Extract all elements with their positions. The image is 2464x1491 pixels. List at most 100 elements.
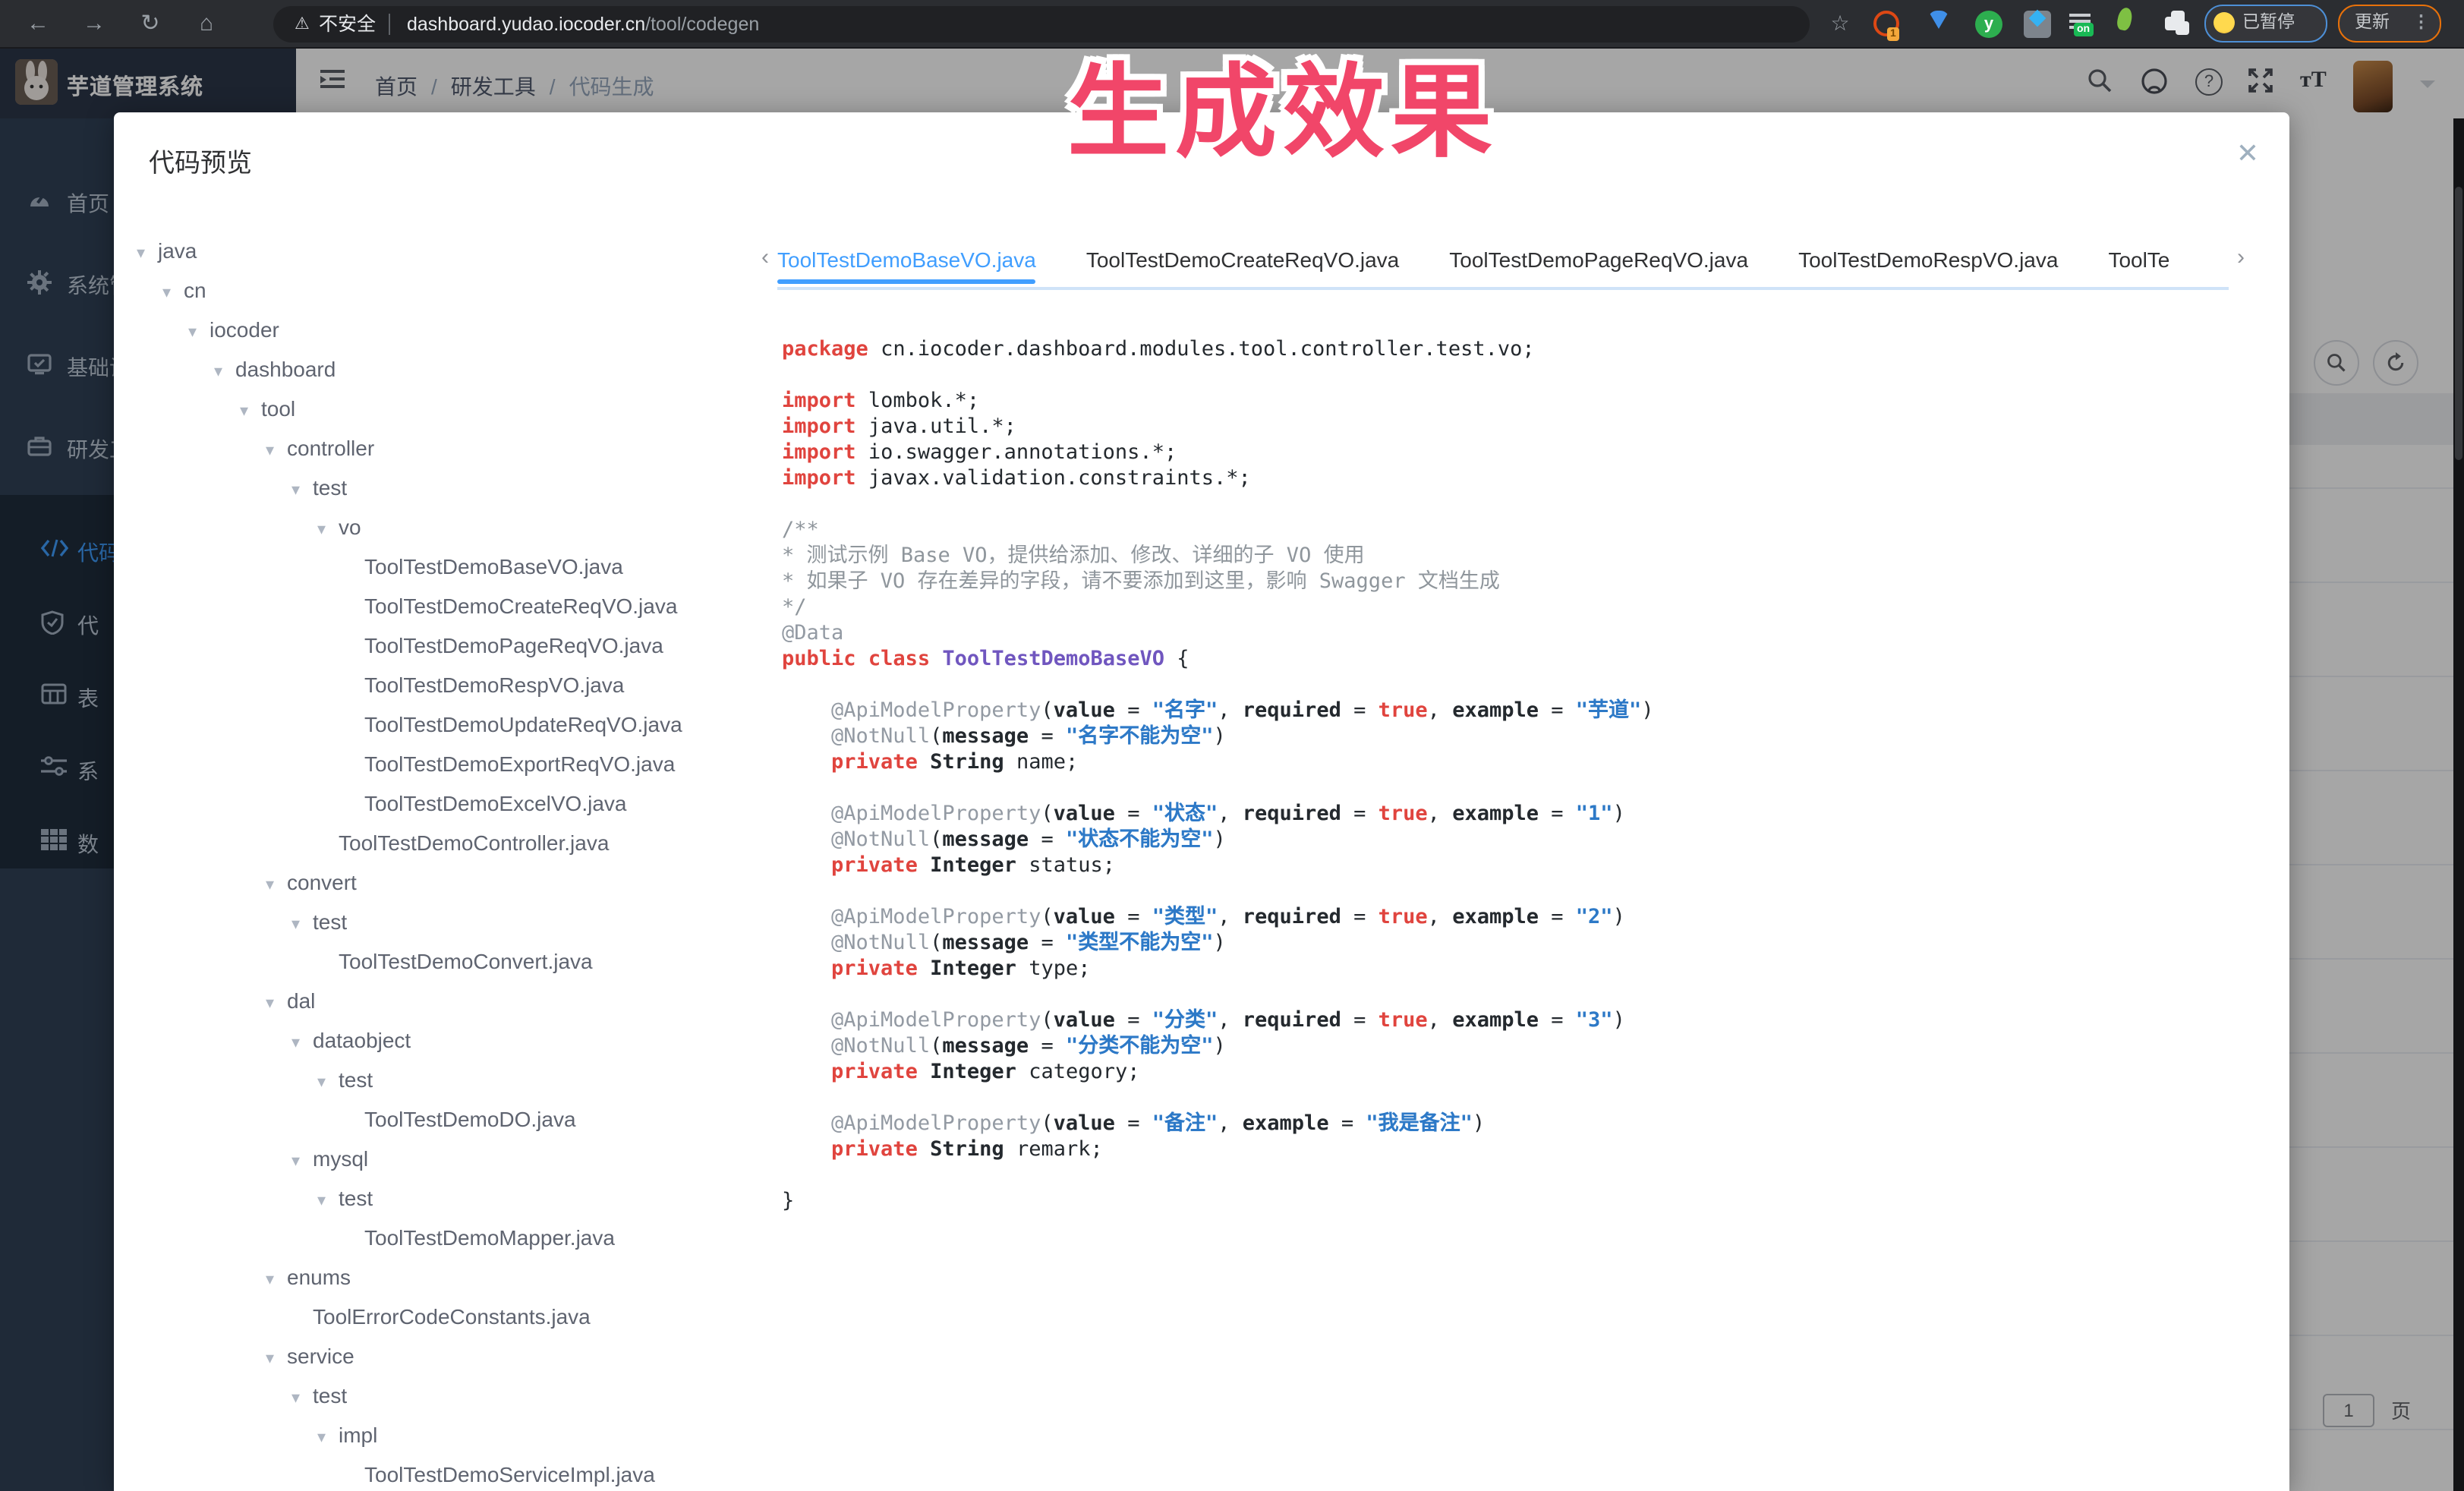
browser-home-icon[interactable]: ⌂ xyxy=(188,0,225,47)
code-line: @Data xyxy=(782,621,2262,647)
tree-node-label: tool xyxy=(261,396,295,421)
tree-file[interactable]: ToolTestDemoPageReqVO.java xyxy=(132,626,747,665)
caret-down-icon[interactable]: ▾ xyxy=(291,1023,313,1063)
file-tab-1[interactable]: ToolTestDemoCreateReqVO.java xyxy=(1086,240,1399,279)
tree-folder[interactable]: ▾cn xyxy=(132,270,747,310)
caret-down-icon[interactable]: ▾ xyxy=(240,392,261,431)
tree-folder[interactable]: ▾iocoder xyxy=(132,310,747,349)
caret-down-icon[interactable]: ▾ xyxy=(137,234,158,273)
tree-folder[interactable]: ▾mysql xyxy=(132,1139,747,1178)
tree-file[interactable]: ToolTestDemoController.java xyxy=(132,823,747,862)
address-bar[interactable]: ⚠ 不安全 dashboard.yudao.iocoder.cn/tool/co… xyxy=(273,5,1810,42)
tree-file[interactable]: ToolTestDemoUpdateReqVO.java xyxy=(132,705,747,744)
caret-down-icon[interactable]: ▾ xyxy=(266,431,287,471)
tree-folder[interactable]: ▾test xyxy=(132,1178,747,1218)
tree-file[interactable]: ToolTestDemoExcelVO.java xyxy=(132,783,747,823)
file-tree: ▾java▾cn▾iocoder▾dashboard▾tool▾controll… xyxy=(132,231,747,1491)
code-line: import lombok.*; xyxy=(782,389,2262,415)
tree-file[interactable]: ToolTestDemoServiceImpl.java xyxy=(132,1455,747,1491)
caret-down-icon[interactable]: ▾ xyxy=(317,510,339,550)
caret-down-icon[interactable]: ▾ xyxy=(291,471,313,510)
tree-node-label: ToolTestDemoBaseVO.java xyxy=(364,554,623,578)
tree-node-label: ToolTestDemoRespVO.java xyxy=(364,673,624,697)
extensions-puzzle-icon[interactable] xyxy=(2165,10,2192,37)
tree-folder[interactable]: ▾dashboard xyxy=(132,349,747,389)
caret-down-icon[interactable]: ▾ xyxy=(291,905,313,944)
caret-down-icon[interactable]: ▾ xyxy=(266,865,287,905)
extension-orange-icon[interactable]: 1 xyxy=(1873,10,1899,36)
paused-extension-pill[interactable]: 已暂停 xyxy=(2204,5,2327,43)
caret-down-icon[interactable]: ▾ xyxy=(317,1418,339,1458)
tree-folder[interactable]: ▾vo xyxy=(132,507,747,547)
tree-folder[interactable]: ▾convert xyxy=(132,862,747,902)
file-tab-0[interactable]: ToolTestDemoBaseVO.java xyxy=(777,240,1036,279)
tabs-scroll-right-icon[interactable]: › xyxy=(2232,244,2250,270)
tree-folder[interactable]: ▾tool xyxy=(132,389,747,428)
tree-folder[interactable]: ▾test xyxy=(132,902,747,941)
caret-down-icon[interactable]: ▾ xyxy=(214,352,235,392)
tree-folder[interactable]: ▾service xyxy=(132,1336,747,1376)
extension-drop-icon[interactable] xyxy=(1928,11,1949,39)
security-label: 不安全 xyxy=(319,5,376,42)
tree-file[interactable]: ToolTestDemoExportReqVO.java xyxy=(132,744,747,783)
tabs-scroll-left-icon[interactable]: ‹ xyxy=(756,244,774,270)
file-tab-3[interactable]: ToolTestDemoRespVO.java xyxy=(1798,240,2058,279)
tree-node-label: test xyxy=(313,1383,347,1407)
caret-down-icon[interactable]: ▾ xyxy=(317,1063,339,1102)
update-label: 更新 xyxy=(2355,6,2390,41)
tree-file[interactable]: ToolTestDemoConvert.java xyxy=(132,941,747,981)
extension-on-badge: on xyxy=(2074,22,2093,36)
tree-file[interactable]: ToolTestDemoBaseVO.java xyxy=(132,547,747,586)
tree-node-label: enums xyxy=(287,1265,351,1289)
extension-sprout-icon[interactable] xyxy=(2116,6,2134,31)
tree-file[interactable]: ToolTestDemoMapper.java xyxy=(132,1218,747,1257)
caret-down-icon[interactable]: ▾ xyxy=(266,1339,287,1379)
code-viewer[interactable]: package cn.iocoder.dashboard.modules.too… xyxy=(782,337,2262,1491)
browser-back-icon[interactable]: ← xyxy=(20,0,56,47)
code-line: */ xyxy=(782,595,2262,621)
tree-node-label: ToolTestDemoDO.java xyxy=(364,1107,576,1131)
tree-file[interactable]: ToolTestDemoCreateReqVO.java xyxy=(132,586,747,626)
browser-forward-icon[interactable]: → xyxy=(76,0,112,47)
caret-down-icon[interactable]: ▾ xyxy=(291,1379,313,1418)
tree-folder[interactable]: ▾java xyxy=(132,231,747,270)
code-line: /** xyxy=(782,518,2262,544)
caret-down-icon[interactable]: ▾ xyxy=(188,313,210,352)
tree-folder[interactable]: ▾dataobject xyxy=(132,1020,747,1060)
caret-down-icon[interactable]: ▾ xyxy=(162,273,184,313)
bookmark-star-icon[interactable]: ☆ xyxy=(1822,0,1858,47)
extension-green-icon[interactable]: y xyxy=(1975,10,2002,37)
caret-down-icon[interactable]: ▾ xyxy=(317,1181,339,1221)
tree-node-label: convert xyxy=(287,870,357,894)
tree-node-label: test xyxy=(313,475,347,500)
extension-grid-diamond xyxy=(2029,9,2047,27)
screen: ← → ↻ ⌂ ⚠ 不安全 dashboard.yudao.iocoder.cn… xyxy=(0,0,2464,1491)
tree-file[interactable]: ToolTestDemoRespVO.java xyxy=(132,665,747,705)
close-icon[interactable]: ✕ xyxy=(2236,138,2259,170)
tree-file[interactable]: ToolErrorCodeConstants.java xyxy=(132,1297,747,1336)
chrome-update-button[interactable]: 更新 ⋮ xyxy=(2338,5,2441,43)
code-line xyxy=(782,879,2262,905)
code-line: @ApiModelProperty(value = "名字", required… xyxy=(782,698,2262,724)
caret-down-icon[interactable]: ▾ xyxy=(291,1142,313,1181)
file-tab-4[interactable]: ToolTe xyxy=(2108,240,2169,279)
tree-folder[interactable]: ▾dal xyxy=(132,981,747,1020)
browser-menu-kebab-icon[interactable]: ⋮ xyxy=(2412,6,2430,41)
extension-grid-icon[interactable] xyxy=(2024,10,2051,37)
dialog-title: 代码预览 xyxy=(149,141,252,179)
caret-down-icon[interactable]: ▾ xyxy=(266,1260,287,1300)
security-warning-icon[interactable]: ⚠ xyxy=(295,5,310,42)
tree-file[interactable]: ToolTestDemoDO.java xyxy=(132,1099,747,1139)
tree-folder[interactable]: ▾test xyxy=(132,1060,747,1099)
extension-list-icon[interactable]: on xyxy=(2068,10,2095,37)
browser-reload-icon[interactable]: ↻ xyxy=(132,0,169,47)
tree-folder[interactable]: ▾test xyxy=(132,468,747,507)
file-tab-2[interactable]: ToolTestDemoPageReqVO.java xyxy=(1449,240,1748,279)
tree-folder[interactable]: ▾impl xyxy=(132,1415,747,1455)
tree-node-label: ToolTestDemoExportReqVO.java xyxy=(364,752,675,776)
tree-folder[interactable]: ▾enums xyxy=(132,1257,747,1297)
code-line: * 如果子 VO 存在差异的字段，请不要添加到这里，影响 Swagger 文档生… xyxy=(782,569,2262,595)
caret-down-icon[interactable]: ▾ xyxy=(266,984,287,1023)
tree-folder[interactable]: ▾test xyxy=(132,1376,747,1415)
tree-folder[interactable]: ▾controller xyxy=(132,428,747,468)
